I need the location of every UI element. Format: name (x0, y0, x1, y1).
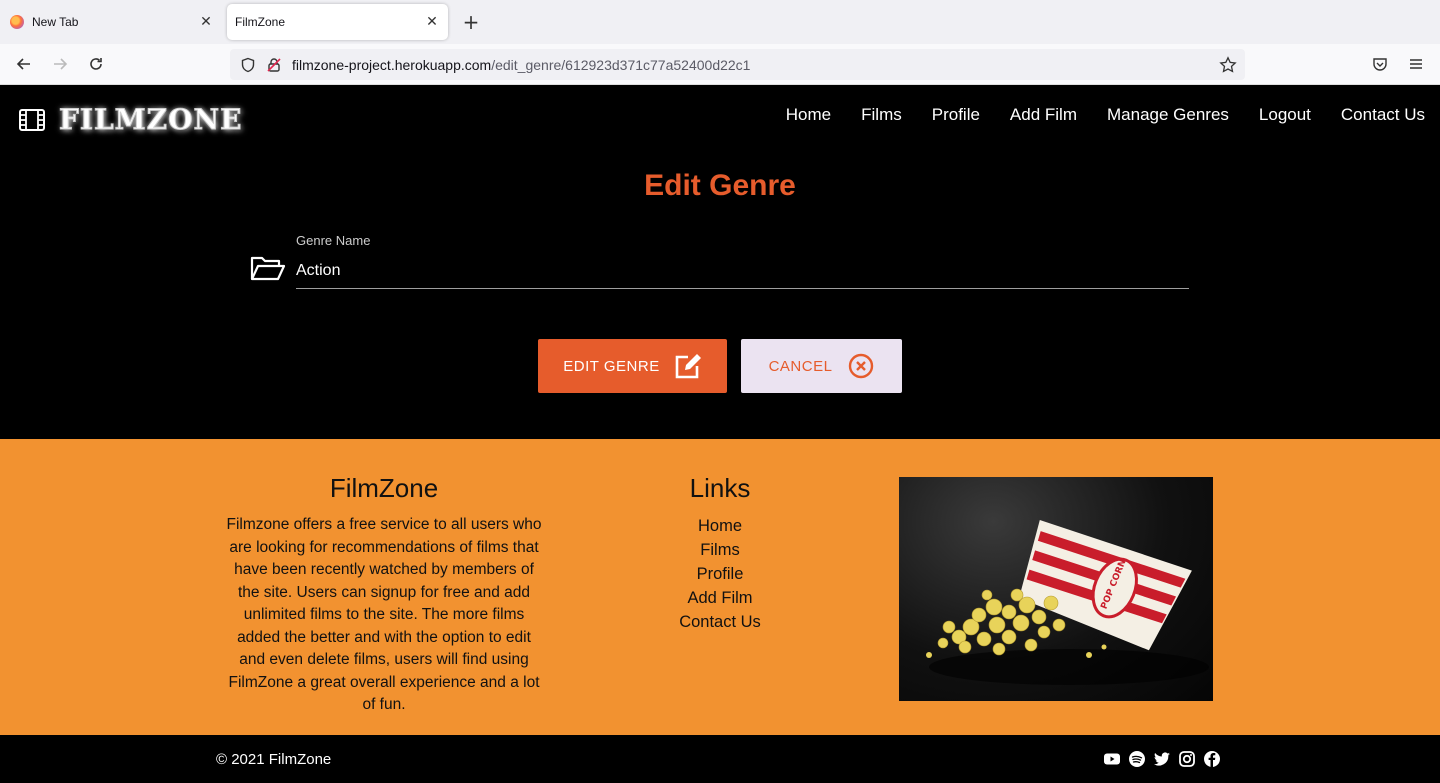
copyright-text: © 2021 FilmZone (216, 751, 332, 768)
facebook-icon[interactable] (1203, 750, 1221, 768)
nav-link-manage-genres[interactable]: Manage Genres (1107, 105, 1229, 125)
edit-genre-button[interactable]: EDIT GENRE (538, 339, 727, 393)
social-links (1103, 750, 1228, 768)
nav-link-films[interactable]: Films (861, 105, 902, 125)
popcorn-box-image: POP CORN (899, 477, 1213, 701)
footer-about-text: Filmzone offers a free service to all us… (226, 516, 542, 713)
genre-name-input[interactable] (296, 253, 1189, 289)
tab-title: FilmZone (235, 15, 286, 29)
spotify-icon[interactable] (1128, 750, 1146, 768)
nav-link-home[interactable]: Home (786, 105, 831, 125)
twitter-icon[interactable] (1153, 750, 1171, 768)
footer-links-title: Links (689, 473, 751, 503)
new-tab-button[interactable]: + (460, 10, 482, 34)
genre-name-label: Genre Name (296, 233, 371, 248)
nav-link-contact-us[interactable]: Contact Us (1341, 105, 1425, 125)
footer-link-films[interactable]: Films (620, 538, 820, 562)
main-nav: Home Films Profile Add Film Manage Genre… (756, 105, 1425, 125)
browser-tab-filmzone[interactable]: FilmZone ✕ (227, 4, 448, 40)
url-bar[interactable]: filmzone-project.herokuapp.com/edit_genr… (230, 49, 1245, 80)
nav-link-logout[interactable]: Logout (1259, 105, 1311, 125)
footer-about: FilmZone Filmzone offers a free service … (224, 473, 544, 717)
footer-link-add-film[interactable]: Add Film (620, 586, 820, 610)
edit-icon (674, 353, 702, 379)
footer-links: Links Home Films Profile Add Film Contac… (620, 473, 820, 634)
bottom-bar: © 2021 FilmZone (0, 735, 1440, 783)
cancel-circle-icon (848, 353, 874, 379)
browser-navbar: filmzone-project.herokuapp.com/edit_genr… (0, 44, 1440, 85)
close-icon[interactable]: ✕ (198, 14, 214, 30)
browser-tab-new-tab[interactable]: New Tab ✕ (0, 4, 222, 40)
logo-text: FILMZONE (58, 103, 243, 137)
tab-title: New Tab (32, 15, 79, 29)
url-text[interactable]: filmzone-project.herokuapp.com/edit_genr… (292, 57, 1219, 73)
site-logo[interactable]: FILMZONE (19, 103, 243, 137)
browser-tab-strip: New Tab ✕ FilmZone ✕ + (0, 0, 1440, 44)
edit-genre-label: EDIT GENRE (563, 357, 660, 375)
site-header: FILMZONE Home Films Profile Add Film Man… (0, 85, 1440, 155)
shield-icon[interactable] (240, 57, 256, 73)
firefox-icon (10, 15, 24, 29)
close-icon[interactable]: ✕ (424, 14, 440, 30)
page-title: Edit Genre (644, 169, 796, 202)
url-path: /edit_genre/612923d371c77a52400d22c1 (491, 56, 751, 73)
instagram-icon[interactable] (1178, 750, 1196, 768)
nav-link-add-film[interactable]: Add Film (1010, 105, 1077, 125)
reload-icon[interactable] (84, 52, 108, 76)
back-arrow-icon[interactable] (12, 52, 36, 76)
site-footer: FilmZone Filmzone offers a free service … (0, 439, 1440, 735)
folder-open-icon (250, 255, 286, 281)
insecure-lock-icon[interactable] (266, 57, 282, 73)
forward-arrow-icon[interactable] (48, 52, 72, 76)
pocket-icon[interactable] (1368, 52, 1392, 76)
cancel-button[interactable]: CANCEL (741, 339, 902, 393)
footer-about-title: FilmZone (329, 473, 439, 503)
hamburger-menu-icon[interactable] (1404, 52, 1428, 76)
film-icon (19, 108, 45, 131)
url-domain: filmzone-project.herokuapp.com (292, 56, 492, 73)
youtube-icon[interactable] (1103, 750, 1121, 768)
footer-link-contact-us[interactable]: Contact Us (620, 610, 820, 634)
footer-link-home[interactable]: Home (620, 514, 820, 538)
nav-link-profile[interactable]: Profile (932, 105, 980, 125)
cancel-label: CANCEL (768, 357, 833, 375)
footer-link-profile[interactable]: Profile (620, 562, 820, 586)
bookmark-star-icon[interactable] (1219, 55, 1237, 74)
